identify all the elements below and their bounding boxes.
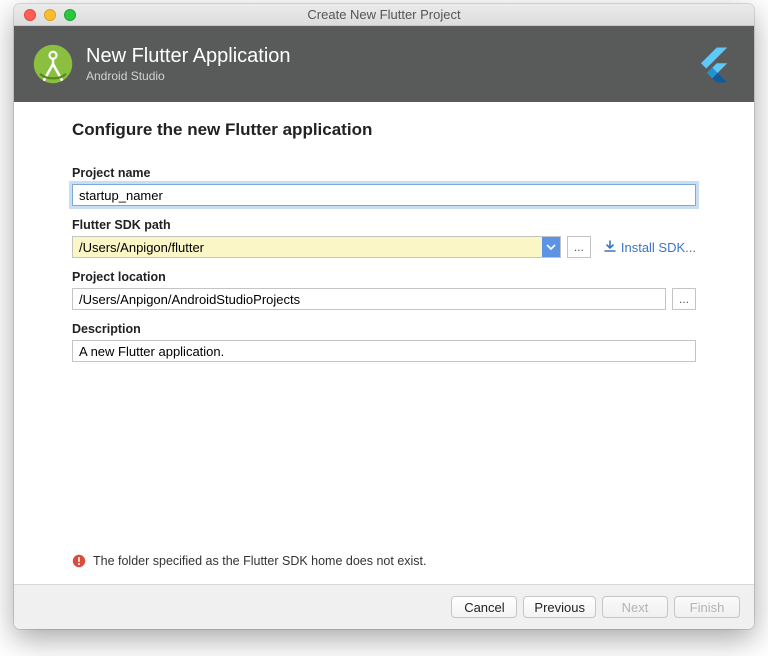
sdk-path-input[interactable]: [73, 237, 542, 257]
header-title: New Flutter Application: [86, 45, 291, 68]
next-button: Next: [602, 596, 668, 618]
install-sdk-label: Install SDK...: [621, 240, 696, 255]
chevron-down-icon: [546, 242, 556, 252]
section-title: Configure the new Flutter application: [72, 120, 696, 140]
project-name-input[interactable]: [72, 184, 696, 206]
previous-button[interactable]: Previous: [523, 596, 596, 618]
location-input[interactable]: [72, 288, 666, 310]
cancel-button[interactable]: Cancel: [451, 596, 517, 618]
sdk-dropdown-button[interactable]: [542, 237, 560, 257]
android-studio-icon: [32, 43, 74, 85]
titlebar: Create New Flutter Project: [14, 4, 754, 26]
header-banner: New Flutter Application Android Studio: [14, 26, 754, 102]
error-message: The folder specified as the Flutter SDK …: [93, 554, 427, 568]
sdk-browse-button[interactable]: ...: [567, 236, 591, 258]
flutter-logo-icon: [694, 44, 736, 86]
install-sdk-link[interactable]: Install SDK...: [603, 240, 696, 255]
description-label: Description: [72, 322, 696, 336]
window-title: Create New Flutter Project: [14, 7, 754, 22]
dialog-window: Create New Flutter Project New Flutter A…: [14, 4, 754, 629]
location-browse-button[interactable]: ...: [672, 288, 696, 310]
location-label: Project location: [72, 270, 696, 284]
header-subtitle: Android Studio: [86, 69, 291, 83]
download-icon: [603, 240, 617, 254]
error-row: The folder specified as the Flutter SDK …: [72, 554, 696, 574]
error-icon: [72, 554, 86, 568]
sdk-path-label: Flutter SDK path: [72, 218, 696, 232]
content-area: Configure the new Flutter application Pr…: [14, 102, 754, 585]
description-input[interactable]: [72, 340, 696, 362]
footer: Cancel Previous Next Finish: [14, 585, 754, 629]
sdk-path-combo[interactable]: [72, 236, 561, 258]
finish-button: Finish: [674, 596, 740, 618]
project-name-label: Project name: [72, 166, 696, 180]
